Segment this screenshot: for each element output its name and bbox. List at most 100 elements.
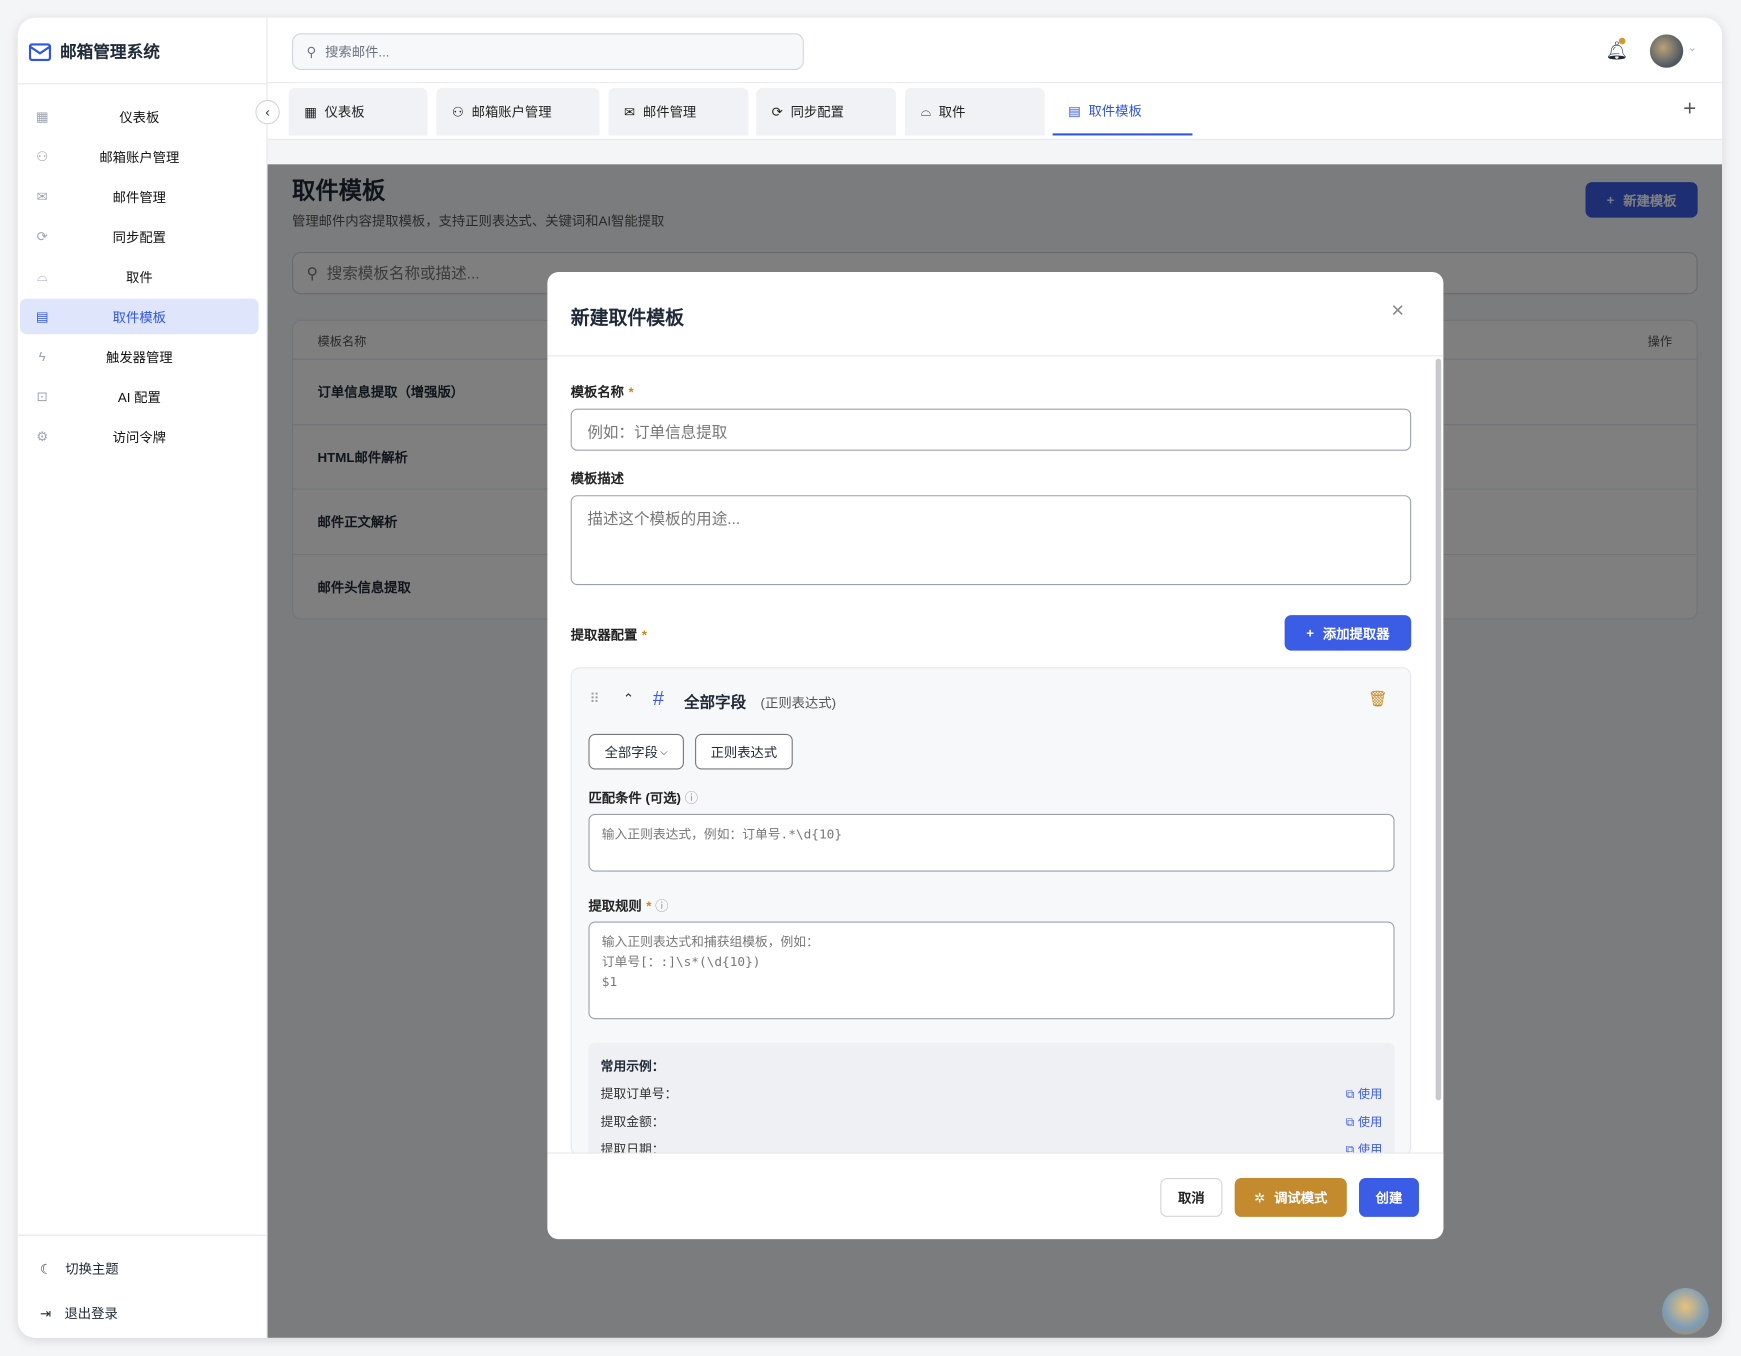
- add-tab-button[interactable]: +: [1683, 97, 1696, 123]
- tab[interactable]: ▦ 仪表板: [288, 87, 428, 136]
- collapse-chevron-icon[interactable]: ⌃: [623, 691, 634, 707]
- add-extractor-label: 添加提取器: [1322, 625, 1390, 642]
- app-logo: 邮箱管理系统: [28, 40, 160, 63]
- divider: [17, 83, 268, 85]
- mail-search-input[interactable]: ⚲ 搜索邮件...: [292, 33, 804, 70]
- mail-icon: ✉: [623, 103, 636, 120]
- trash-icon[interactable]: 🗑︎: [1368, 689, 1388, 708]
- bell-icon[interactable]: 🔔︎: [1605, 37, 1628, 62]
- use-label: 使用: [1357, 1115, 1383, 1130]
- sidebar-item-label: 取件: [126, 269, 153, 285]
- create-button[interactable]: 创建: [1359, 1178, 1419, 1217]
- bug-icon: ✲: [1254, 1189, 1266, 1206]
- extractor-card: ⠿ ⌃ # 全部字段 (正则表达式) 🗑︎ 全部字段 ⌵ 正则表达式 匹配条件 (…: [570, 667, 1412, 1165]
- tab-label: 仪表板: [324, 104, 365, 120]
- bot-icon: ⊡: [36, 388, 48, 405]
- mail-icon: ✉: [36, 188, 48, 205]
- debug-mode-button[interactable]: ✲ 调试模式: [1234, 1178, 1347, 1217]
- dialog-scrollbar[interactable]: [1435, 358, 1442, 1101]
- tab-label: 取件模板: [1088, 103, 1142, 119]
- collapse-sidebar-button[interactable]: ‹: [255, 99, 280, 125]
- field-select-value: 全部字段: [604, 744, 658, 761]
- help-icon[interactable]: ⓘ: [685, 791, 698, 807]
- type-select[interactable]: 正则表达式: [695, 733, 793, 770]
- main-area: ⚲ 搜索邮件... 🔔︎ ⌄ ▦ 仪表板 ⚇ 邮箱账户管理 ✉ 邮件管理 ⟳ 同步配置 ⌓ 取件 ▤ 取…: [267, 17, 1723, 1338]
- tab-label: 邮件管理: [642, 104, 697, 120]
- sidebar-item[interactable]: ⚇ 邮箱账户管理: [20, 139, 259, 175]
- app-title: 邮箱管理系统: [59, 43, 160, 63]
- add-extractor-button[interactable]: + 添加提取器: [1284, 615, 1412, 651]
- help-icon[interactable]: ⓘ: [655, 898, 668, 914]
- examples-panel: 常用示例： 提取订单号： ⧉ 使用 提取金额： ⧉ 使用 提取日期： ⧉ 使用: [588, 1042, 1395, 1165]
- chevron-down-icon[interactable]: ⌄: [1688, 42, 1697, 54]
- use-example-button[interactable]: ⧉ 使用: [1346, 1085, 1383, 1103]
- avatar[interactable]: [1649, 34, 1684, 68]
- tab-label: 邮箱账户管理: [471, 104, 552, 120]
- dialog-title: 新建取件模板: [570, 307, 684, 329]
- template-name-input[interactable]: 例如：订单信息提取: [570, 408, 1412, 451]
- example-label: 提取金额：: [600, 1115, 665, 1130]
- logout-button[interactable]: ⇥ 退出登录: [40, 1303, 118, 1322]
- sidebar-item[interactable]: ▦ 仪表板: [20, 99, 259, 135]
- file-icon: ▤: [35, 308, 49, 325]
- tab[interactable]: ▤ 取件模板: [1052, 87, 1193, 136]
- sidebar-item[interactable]: ⚙ 访问令牌: [20, 419, 259, 455]
- logout-icon: ⇥: [39, 1305, 52, 1321]
- example-label: 提取订单号：: [600, 1088, 678, 1102]
- rule-placeholder-line: 输入正则表达式和捕获组模板，例如：: [601, 933, 819, 950]
- match-condition-input[interactable]: 输入正则表达式，例如：订单号.*\d{10}: [588, 813, 1395, 872]
- field-select[interactable]: 全部字段 ⌵: [588, 733, 684, 770]
- rule-placeholder-line: 订单号[：:]\s*(\d{10}): [601, 953, 761, 970]
- examples-title: 常用示例：: [600, 1060, 665, 1074]
- sidebar-item[interactable]: ⊡ AI 配置: [20, 379, 259, 415]
- tab[interactable]: ✉ 邮件管理: [608, 87, 749, 136]
- sidebar-item[interactable]: ⌓ 取件: [20, 259, 259, 295]
- app-window: 邮箱管理系统 ▦ 仪表板 ⚇ 邮箱账户管理 ✉ 邮件管理 ⟳ 同步配置 ⌓ 取件 ▤ 取件模板 ϟ 触发器…: [17, 17, 1723, 1338]
- cancel-button[interactable]: 取消: [1160, 1178, 1223, 1217]
- file-icon: ▤: [1068, 102, 1081, 119]
- sidebar-item-label: 触发器管理: [106, 349, 173, 365]
- tab-bar: ▦ 仪表板 ⚇ 邮箱账户管理 ✉ 邮件管理 ⟳ 同步配置 ⌓ 取件 ▤ 取件模板 +: [267, 83, 1723, 140]
- top-header: ⚲ 搜索邮件... 🔔︎ ⌄: [267, 17, 1723, 84]
- extractor-type: (正则表达式): [760, 695, 837, 711]
- logout-label: 退出登录: [64, 1305, 118, 1322]
- sidebar-item-label: 仪表板: [119, 109, 160, 125]
- debug-mode-label: 调试模式: [1274, 1190, 1328, 1206]
- sidebar-item-label: AI 配置: [117, 389, 161, 405]
- new-template-dialog: 新建取件模板 × 模板名称 * 例如：订单信息提取 模板描述 描述这个模板的用途.…: [547, 272, 1444, 1240]
- gear-icon: ⚙: [36, 428, 49, 445]
- sidebar-item[interactable]: ▤ 取件模板: [19, 298, 259, 335]
- bolt-icon: ϟ: [38, 348, 46, 365]
- users-icon: ⚇: [451, 103, 464, 120]
- tab[interactable]: ⌓ 取件: [904, 87, 1045, 136]
- sync-icon: ⟳: [771, 103, 783, 120]
- divider: [17, 1234, 268, 1236]
- copy-icon: ⧉: [1345, 1088, 1355, 1102]
- floating-avatar[interactable]: [1662, 1287, 1709, 1335]
- extraction-rule-input[interactable]: 输入正则表达式和捕获组模板，例如： 订单号[：:]\s*(\d{10}) $1: [588, 921, 1395, 1020]
- tab[interactable]: ⚇ 邮箱账户管理: [436, 87, 600, 136]
- template-description-input[interactable]: 描述这个模板的用途...: [570, 495, 1412, 586]
- sidebar-item[interactable]: ⟳ 同步配置: [20, 219, 259, 255]
- close-icon[interactable]: ×: [1391, 299, 1404, 325]
- notification-dot: [1618, 37, 1626, 45]
- use-label: 使用: [1357, 1088, 1383, 1102]
- moon-icon: ☾: [39, 1260, 52, 1277]
- dashboard-icon: ▦: [35, 108, 49, 125]
- divider: [547, 355, 1444, 357]
- theme-toggle-button[interactable]: ☾ 切换主题: [40, 1259, 119, 1278]
- theme-toggle-label: 切换主题: [65, 1261, 119, 1277]
- sidebar-item[interactable]: ✉ 邮件管理: [20, 179, 259, 215]
- search-icon: ⚲: [306, 43, 317, 60]
- desc-label: 模板描述: [570, 470, 625, 487]
- tab[interactable]: ⟳ 同步配置: [756, 87, 897, 136]
- rule-label: 提取规则 * ⓘ: [588, 898, 669, 914]
- drag-handle-icon[interactable]: ⠿: [590, 691, 600, 707]
- search-placeholder: 搜索邮件...: [325, 44, 390, 60]
- users-icon: ⚇: [36, 148, 49, 165]
- extractor-field-title: 全部字段: [683, 692, 747, 711]
- sidebar-item[interactable]: ϟ 触发器管理: [20, 339, 259, 375]
- use-example-button[interactable]: ⧉ 使用: [1346, 1113, 1383, 1131]
- sidebar-item-label: 取件模板: [112, 309, 166, 325]
- inbox-icon: ⌓: [920, 103, 931, 119]
